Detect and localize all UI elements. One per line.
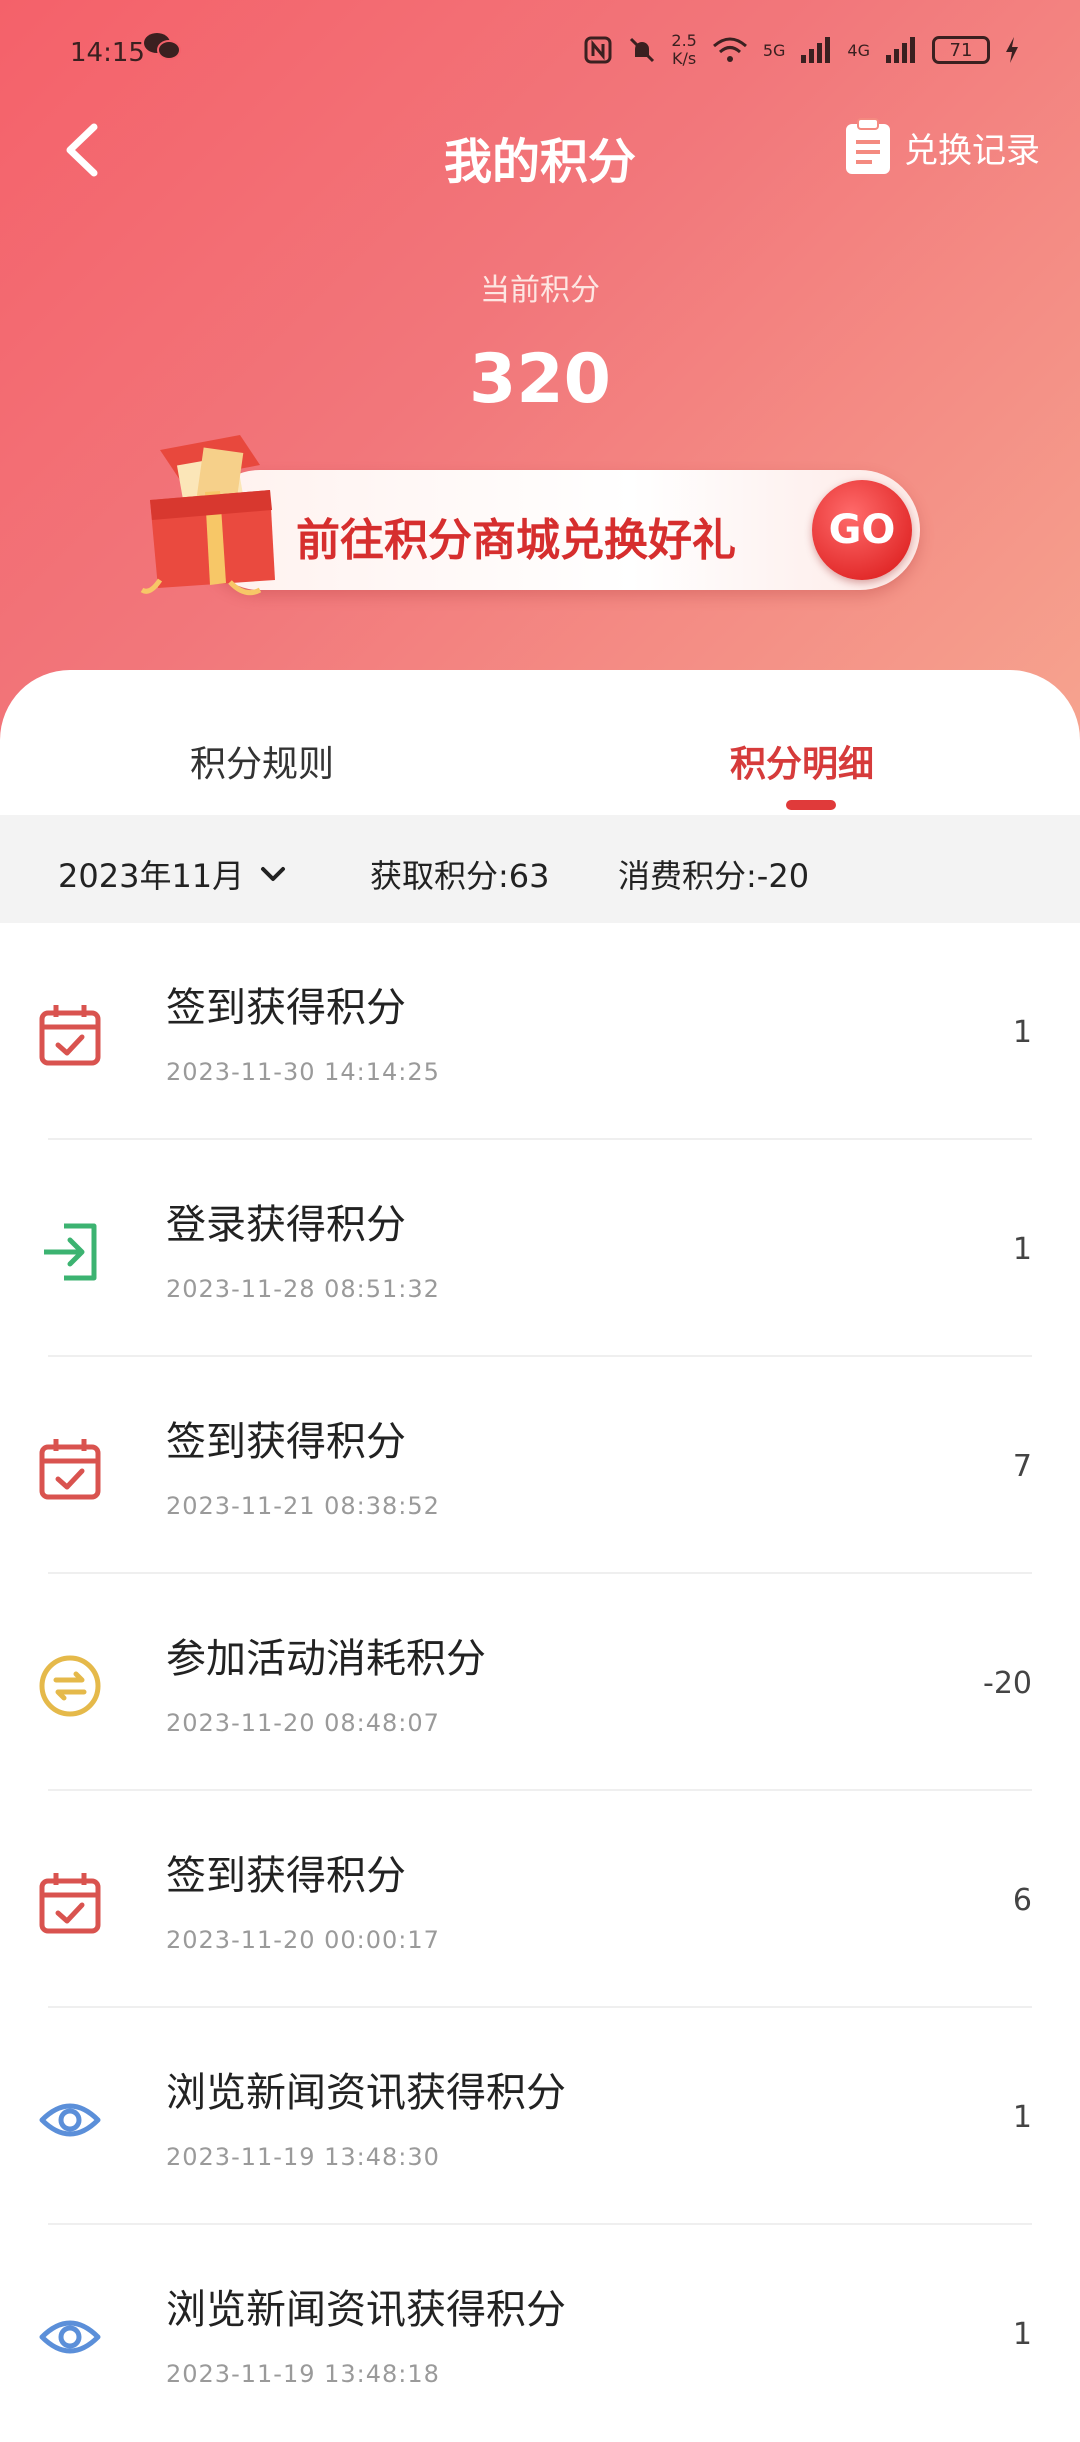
month-label: 2023年11月: [58, 857, 245, 895]
record-points: 7: [1012, 1449, 1032, 1484]
eye-icon: [39, 2320, 101, 2354]
record-time: 2023-11-30 14:14:25: [166, 1058, 440, 1086]
exchange-icon: [39, 1655, 101, 1717]
record-time: 2023-11-19 13:48:18: [166, 2360, 440, 2388]
net-speed-value: 2.5: [671, 31, 697, 50]
month-selector[interactable]: 2023年11月: [58, 851, 286, 897]
mute-bell-icon: [630, 37, 655, 63]
record-title: 签到获得积分: [166, 985, 406, 1031]
status-time: 14:15: [70, 38, 145, 68]
login-icon: [44, 1223, 97, 1281]
record-title: 参加活动消耗积分: [166, 1636, 486, 1682]
net-speed-unit: K/s: [672, 49, 697, 68]
record-time: 2023-11-19 13:48:30: [166, 2143, 440, 2171]
current-points-value: 320: [469, 340, 611, 419]
list-item[interactable]: 参加活动消耗积分 2023-11-20 08:48:07 -20: [0, 1574, 1080, 1791]
points-mall-text: 前往积分商城兑换好礼: [296, 515, 736, 566]
list-item[interactable]: 签到获得积分 2023-11-21 08:38:52 7: [0, 1357, 1080, 1574]
list-item[interactable]: 浏览新闻资讯获得积分 2023-11-19 13:48:18 1: [0, 2225, 1080, 2442]
record-title: 浏览新闻资讯获得积分: [166, 2287, 566, 2333]
filter-bar: 2023年11月 获取积分:63 消费积分:-20: [0, 815, 1080, 923]
nfc-icon: [584, 36, 612, 64]
record-points: 6: [1012, 1883, 1032, 1918]
exchange-record-button[interactable]: 兑换记录: [844, 118, 1040, 176]
calendar-check-icon: [39, 1873, 101, 1934]
spent-points-summary: 消费积分:-20: [618, 857, 810, 895]
record-time: 2023-11-20 08:48:07: [166, 1709, 440, 1737]
record-points: 1: [1012, 2317, 1032, 2352]
signal-5g-label: 5G: [762, 40, 786, 60]
list-item[interactable]: 浏览新闻资讯获得积分 2023-11-19 13:48:30 1: [0, 2008, 1080, 2225]
record-points: 1: [1012, 2100, 1032, 2135]
record-title: 签到获得积分: [166, 1419, 406, 1465]
calendar-check-icon: [39, 1439, 101, 1500]
points-record-list: 签到获得积分 2023-11-30 14:14:25 1 登录获得积分 2023…: [0, 923, 1080, 2442]
battery-level: 71: [949, 39, 973, 61]
back-arrow-icon[interactable]: [50, 115, 120, 185]
net-speed: 2.5 K/s: [671, 32, 696, 68]
wechat-icon: [144, 33, 181, 60]
record-time: 2023-11-21 08:38:52: [166, 1492, 440, 1520]
calendar-check-icon: [39, 1005, 101, 1066]
record-title: 登录获得积分: [166, 1202, 406, 1248]
eye-icon: [39, 2103, 101, 2137]
record-points: 1: [1012, 1232, 1032, 1267]
tab-points-rules[interactable]: 积分规则: [190, 735, 334, 787]
clipboard-icon: [846, 118, 890, 174]
status-icons: 2.5 K/s 5G 4G 71: [583, 32, 1020, 68]
earned-points-summary: 获取积分:63: [370, 857, 550, 895]
exchange-record-label: 兑换记录: [904, 130, 1040, 171]
list-item[interactable]: 登录获得积分 2023-11-28 08:51:32 1: [0, 1140, 1080, 1357]
list-item[interactable]: 签到获得积分 2023-11-20 00:00:17 6: [0, 1791, 1080, 2008]
record-time: 2023-11-28 08:51:32: [166, 1275, 440, 1303]
record-title: 签到获得积分: [166, 1853, 406, 1899]
go-button[interactable]: GO: [812, 480, 912, 580]
chevron-down-icon: [261, 867, 286, 881]
battery-icon: 71: [932, 36, 990, 64]
points-panel: 积分规则 积分明细 2023年11月 获取积分:63 消费积分:-20 签到获得…: [0, 670, 1080, 2400]
list-item[interactable]: 签到获得积分 2023-11-30 14:14:25 1: [0, 923, 1080, 1140]
nav-bar: 我的积分 兑换记录: [0, 100, 1080, 200]
points-mall-banner[interactable]: 前往积分商城兑换好礼 GO: [200, 470, 920, 590]
signal-bars-icon: [801, 37, 831, 63]
signal-4g-label: 4G: [847, 40, 870, 60]
record-title: 浏览新闻资讯获得积分: [166, 2070, 566, 2116]
header-background: 14:15 2.5 K/s 5G 4G 71 我的积分 兑换记录 当前积分 32…: [0, 0, 1080, 760]
wifi-icon: [712, 37, 747, 62]
go-label: GO: [828, 507, 896, 553]
active-tab-indicator: [786, 800, 836, 810]
record-points: -20: [983, 1666, 1032, 1701]
record-points: 1: [1012, 1015, 1032, 1050]
charging-icon: [1006, 37, 1018, 63]
current-points-label: 当前积分: [480, 273, 600, 308]
record-time: 2023-11-20 00:00:17: [166, 1926, 440, 1954]
status-bar: 14:15 2.5 K/s 5G 4G 71: [0, 20, 1080, 90]
tab-points-details[interactable]: 积分明细: [730, 735, 874, 787]
gift-box-icon: [140, 435, 275, 596]
signal-bars-icon: [886, 37, 915, 63]
